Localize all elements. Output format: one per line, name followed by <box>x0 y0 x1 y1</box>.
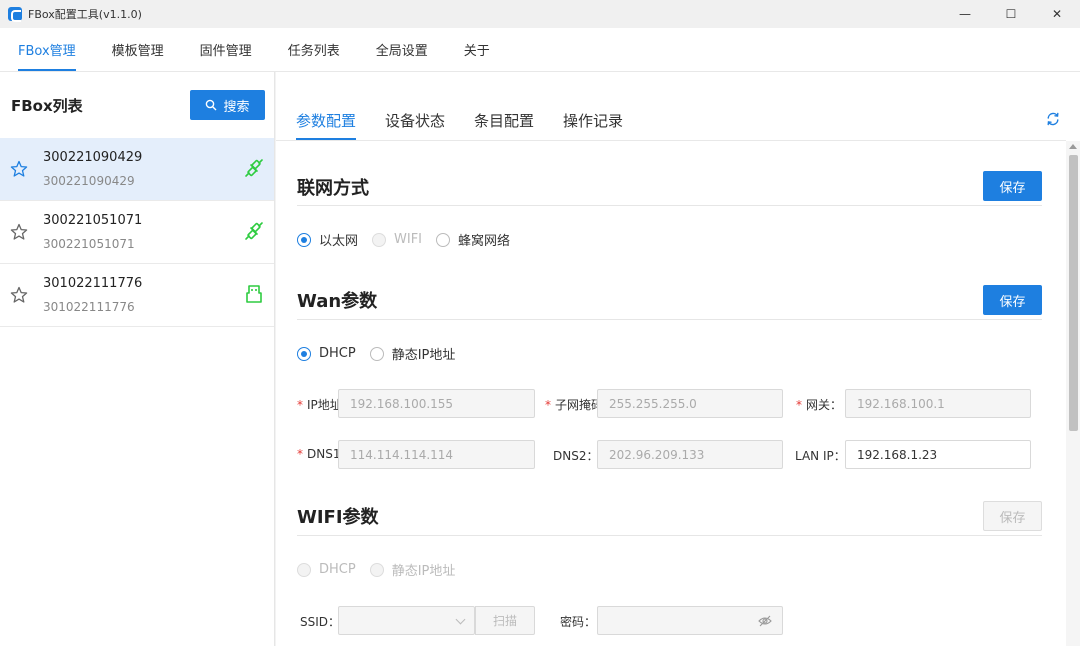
lanip-input[interactable]: 192.168.1.23 <box>845 440 1031 469</box>
radio-wifi[interactable]: WIFI <box>372 232 422 247</box>
wan-save-button[interactable]: 保存 <box>983 285 1042 315</box>
fbox-sidebar: FBox列表 搜索 300221090429 300221090429 3002… <box>0 72 275 646</box>
wifi-save-button[interactable]: 保存 <box>983 501 1042 531</box>
tab-entry-config[interactable]: 条目配置 <box>474 108 534 140</box>
dns1-input[interactable]: 114.114.114.114 <box>338 440 535 469</box>
tab-operation-log[interactable]: 操作记录 <box>563 108 623 140</box>
gateway-input[interactable]: 192.168.100.1 <box>845 389 1031 418</box>
gateway-label: * 网关： <box>796 398 843 412</box>
device-item-2[interactable]: 300221051071 300221051071 <box>0 201 274 264</box>
mask-input[interactable]: 255.255.255.0 <box>597 389 783 418</box>
tab-param-config[interactable]: 参数配置 <box>296 108 357 140</box>
radio-cellular[interactable]: 蜂窝网络 <box>436 230 510 249</box>
menu-template-manage[interactable]: 模板管理 <box>112 28 164 71</box>
device-sub: 300221090429 <box>43 174 135 188</box>
network-save-button[interactable]: 保存 <box>983 171 1042 201</box>
device-name: 300221051071 <box>43 213 143 228</box>
search-button-label: 搜索 <box>223 99 250 115</box>
star-icon[interactable] <box>10 286 28 304</box>
radio-ethernet[interactable]: 以太网 <box>297 230 358 249</box>
connected-icon <box>245 222 263 240</box>
section-divider <box>297 535 1042 536</box>
vertical-scrollbar[interactable] <box>1066 141 1080 646</box>
dns2-input[interactable]: 202.96.209.133 <box>597 440 783 469</box>
title-bar: FBox配置工具(v1.1.0) — ☐ ✕ <box>0 0 1080 28</box>
wan-mode-options: DHCP 静态IP地址 <box>297 344 469 363</box>
tab-device-status[interactable]: 设备状态 <box>385 108 445 140</box>
wan-title: Wan参数 <box>297 291 378 312</box>
section-divider <box>297 319 1042 320</box>
star-icon[interactable] <box>10 223 28 241</box>
menu-global-settings[interactable]: 全局设置 <box>376 28 428 71</box>
network-mode-options: 以太网 WIFI 蜂窝网络 <box>297 230 524 249</box>
minimize-button[interactable]: — <box>942 0 988 28</box>
connected-icon <box>245 159 263 177</box>
device-item-1[interactable]: 300221090429 300221090429 <box>0 138 274 201</box>
lanip-label: LAN IP： <box>795 449 846 463</box>
app-logo-icon <box>8 7 22 22</box>
radio-wan-dhcp[interactable]: DHCP <box>297 346 356 361</box>
sidebar-title: FBox列表 <box>11 96 83 115</box>
network-mode-title: 联网方式 <box>297 178 369 199</box>
scroll-up-arrow-icon[interactable] <box>1069 144 1077 149</box>
main-panel: 参数配置 设备状态 条目配置 操作记录 联网方式 保存 以太网 WIFI 蜂窝网… <box>276 72 1080 646</box>
device-sub: 301022111776 <box>43 300 135 314</box>
ip-label: * IP地址 <box>297 398 339 412</box>
content-tabs: 参数配置 设备状态 条目配置 操作记录 <box>296 108 652 140</box>
radio-wifi-dhcp[interactable]: DHCP <box>297 562 356 577</box>
close-button[interactable]: ✕ <box>1034 0 1080 28</box>
section-divider <box>297 205 1042 206</box>
password-input[interactable] <box>597 606 783 635</box>
main-menu: FBox管理 模板管理 固件管理 任务列表 全局设置 关于 <box>0 28 1080 72</box>
ssid-select[interactable] <box>338 606 475 635</box>
tab-divider <box>276 140 1066 141</box>
mask-label: * 子网掩码 <box>545 398 598 412</box>
wifi-title: WIFI参数 <box>297 507 379 528</box>
maximize-button[interactable]: ☐ <box>988 0 1034 28</box>
password-label: 密码： <box>560 615 597 629</box>
ssid-label: SSID： <box>300 615 341 629</box>
search-icon <box>206 99 217 111</box>
search-button[interactable]: 搜索 <box>190 90 265 120</box>
device-sub: 300221051071 <box>43 237 135 251</box>
device-item-3[interactable]: 301022111776 301022111776 <box>0 264 274 327</box>
usb-icon <box>246 285 262 303</box>
radio-wan-static[interactable]: 静态IP地址 <box>369 344 455 363</box>
radio-wifi-static[interactable]: 静态IP地址 <box>369 560 455 579</box>
refresh-icon[interactable] <box>1046 112 1060 126</box>
chevron-down-icon <box>455 614 466 625</box>
scroll-thumb[interactable] <box>1069 155 1078 431</box>
eye-hidden-icon[interactable] <box>758 615 772 627</box>
menu-fbox-manage[interactable]: FBox管理 <box>18 28 76 71</box>
menu-task-list[interactable]: 任务列表 <box>288 28 340 71</box>
dns2-label: DNS2： <box>553 449 599 463</box>
star-icon[interactable] <box>10 160 28 178</box>
dns1-label: * DNS1 <box>297 447 339 461</box>
scan-button[interactable]: 扫描 <box>475 606 535 635</box>
window-title: FBox配置工具(v1.1.0) <box>28 8 142 21</box>
wifi-mode-options: DHCP 静态IP地址 <box>297 560 469 579</box>
menu-firmware-manage[interactable]: 固件管理 <box>200 28 252 71</box>
device-name: 300221090429 <box>43 150 143 165</box>
ip-input[interactable]: 192.168.100.155 <box>338 389 535 418</box>
device-name: 301022111776 <box>43 276 143 291</box>
menu-about[interactable]: 关于 <box>464 28 490 71</box>
